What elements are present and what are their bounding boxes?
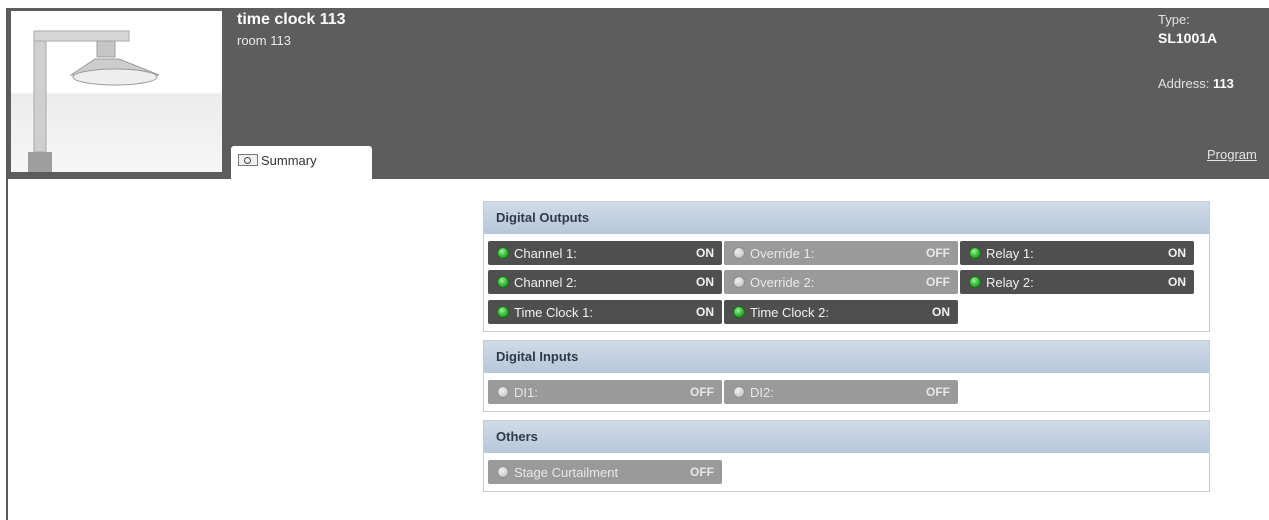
tab-summary[interactable]: Summary: [231, 146, 372, 179]
address-info: Address: 113: [1158, 76, 1234, 91]
status-led-off-icon: [497, 466, 509, 478]
status-led-on-icon: [497, 306, 509, 318]
status-relay-2[interactable]: Relay 2: ON: [960, 270, 1194, 294]
status-led-off-icon: [733, 276, 745, 288]
status-label: Channel 2:: [514, 274, 577, 290]
type-value: SL1001A: [1158, 30, 1218, 46]
status-label: Channel 1:: [514, 245, 577, 261]
status-di2[interactable]: DI2: OFF: [724, 380, 958, 404]
status-led-on-icon: [969, 276, 981, 288]
digital-outputs-panel: Digital Outputs Channel 1: ON Override 1…: [483, 201, 1210, 332]
status-label: Override 1:: [750, 245, 815, 261]
status-override-1[interactable]: Override 1: OFF: [724, 241, 958, 265]
section-title: Digital Outputs: [484, 202, 1209, 234]
status-value: ON: [1168, 275, 1186, 289]
status-value: ON: [696, 246, 714, 260]
others-panel: Others Stage Curtailment OFF: [483, 420, 1210, 492]
status-channel-1[interactable]: Channel 1: ON: [488, 241, 722, 265]
device-name: time clock 113: [237, 11, 346, 28]
type-label: Type:: [1158, 12, 1190, 27]
status-label: Relay 2:: [986, 274, 1034, 290]
status-label: DI2:: [750, 384, 774, 400]
status-value: OFF: [690, 465, 714, 479]
status-override-2[interactable]: Override 2: OFF: [724, 270, 958, 294]
status-value: ON: [696, 305, 714, 319]
status-label: Override 2:: [750, 274, 815, 290]
section-title: Others: [484, 421, 1209, 453]
status-value: ON: [1168, 246, 1186, 260]
status-value: OFF: [926, 385, 950, 399]
status-channel-2[interactable]: Channel 2: ON: [488, 270, 722, 294]
status-led-on-icon: [733, 306, 745, 318]
status-label: Relay 1:: [986, 245, 1034, 261]
status-led-off-icon: [733, 386, 745, 398]
status-led-on-icon: [969, 247, 981, 259]
status-led-on-icon: [497, 247, 509, 259]
status-relay-1[interactable]: Relay 1: ON: [960, 241, 1194, 265]
status-label: Stage Curtailment: [514, 464, 619, 480]
status-value: OFF: [690, 385, 714, 399]
address-label: Address:: [1158, 76, 1210, 91]
status-led-off-icon: [497, 386, 509, 398]
status-value: ON: [696, 275, 714, 289]
status-label: Time Clock 1:: [514, 304, 593, 320]
digital-inputs-panel: Digital Inputs DI1: OFF DI2: OFF: [483, 340, 1210, 412]
program-link[interactable]: Program: [1207, 147, 1257, 162]
device-thumbnail: [11, 11, 222, 172]
status-time-clock-2[interactable]: Time Clock 2: ON: [724, 300, 958, 324]
section-title: Digital Inputs: [484, 341, 1209, 373]
device-room: room 113: [237, 33, 291, 48]
status-label: Time Clock 2:: [750, 304, 829, 320]
status-di1[interactable]: DI1: OFF: [488, 380, 722, 404]
status-led-off-icon: [733, 247, 745, 259]
tab-summary-label: Summary: [261, 153, 317, 168]
status-led-on-icon: [497, 276, 509, 288]
summary-icon: [238, 154, 258, 166]
address-value: 113: [1212, 76, 1234, 91]
status-value: OFF: [926, 275, 950, 289]
street-lamp-icon: [28, 30, 160, 172]
status-stage-curtailment[interactable]: Stage Curtailment OFF: [488, 460, 722, 484]
status-value: OFF: [926, 246, 950, 260]
status-value: ON: [932, 305, 950, 319]
status-label: DI1:: [514, 384, 538, 400]
status-time-clock-1[interactable]: Time Clock 1: ON: [488, 300, 722, 324]
